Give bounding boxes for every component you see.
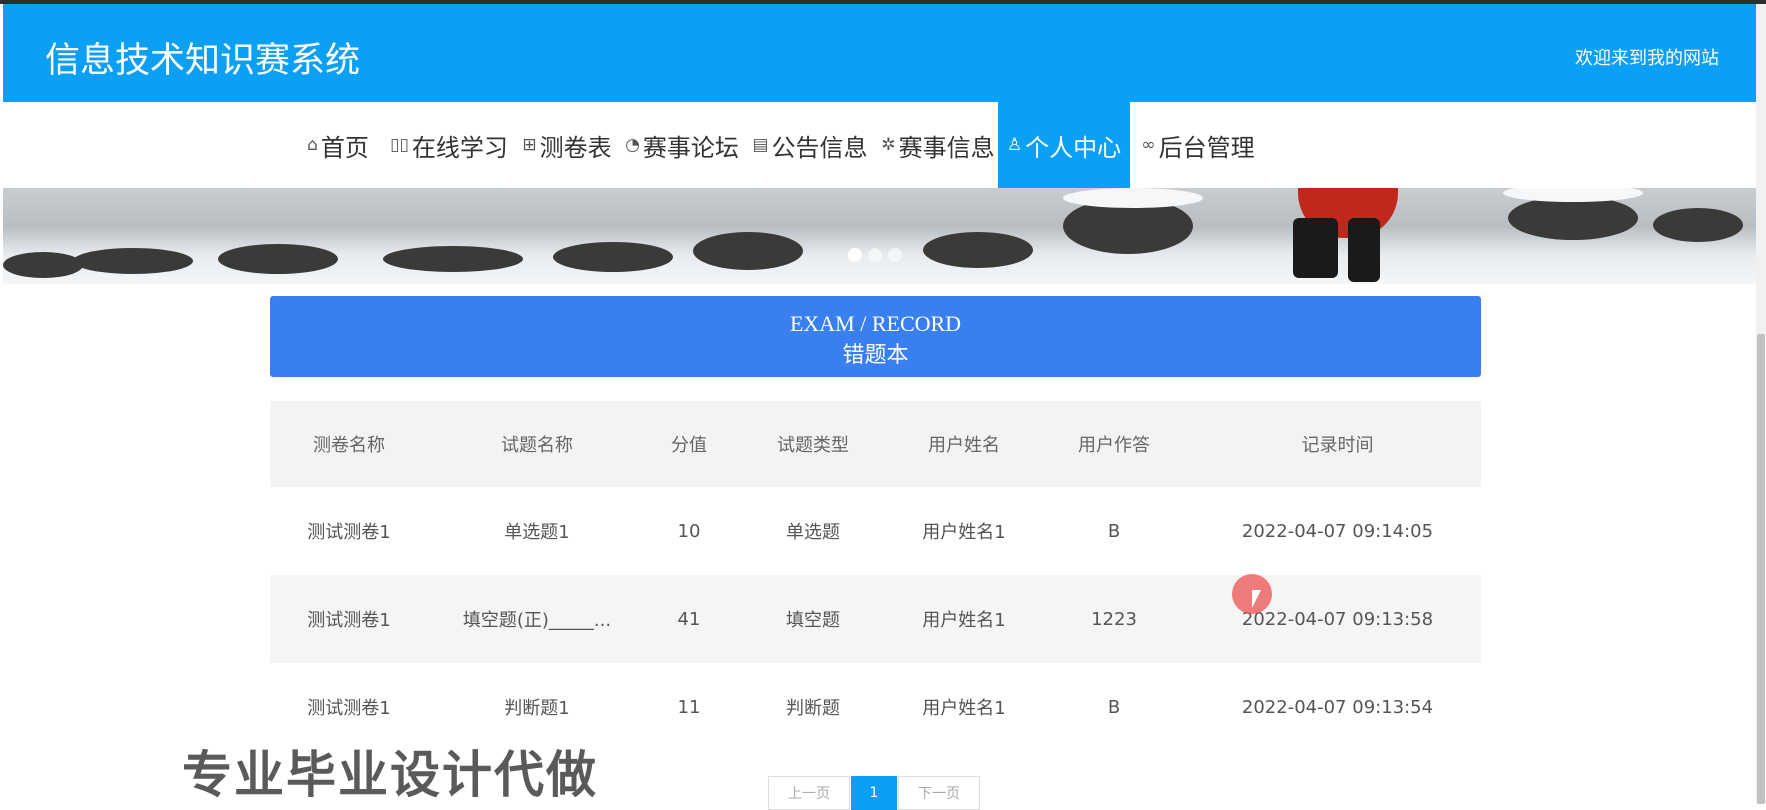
site-title: 信息技术知识赛系统 <box>45 41 361 81</box>
table-row[interactable]: 测试测卷1 填空题(正)_____... 41 填空题 用户姓名1 1223 2… <box>270 575 1481 663</box>
banner-snow <box>1063 188 1203 208</box>
clipboard-icon: ▤ <box>752 135 769 155</box>
book-icon: ▯▯ <box>390 135 409 155</box>
column-header: 分值 <box>671 435 707 456</box>
next-page-button[interactable]: 下一页 <box>898 776 980 810</box>
banner-rock <box>383 246 523 272</box>
column-header: 试题类型 <box>777 435 849 456</box>
nav-item-label: 后台管理 <box>1158 133 1255 162</box>
banner-snow <box>1503 188 1643 202</box>
table-cell: 10 <box>677 520 701 542</box>
table-cell: 用户姓名1 <box>922 610 1006 631</box>
table-cell: 11 <box>677 696 701 718</box>
table-cell: 测试测卷1 <box>307 522 391 543</box>
nav-item-label: 在线学习 <box>411 133 508 162</box>
column-header: 测卷名称 <box>313 435 385 456</box>
section-title-cn: 错题本 <box>842 343 909 368</box>
section-header: EXAM / RECORD 错题本 <box>270 296 1481 377</box>
banner-rock <box>218 244 338 274</box>
table-header: 测卷名称 试题名称 分值 试题类型 用户姓名 用户作答 记录时间 <box>270 401 1481 487</box>
wrong-answers-table: 测卷名称 试题名称 分值 试题类型 用户姓名 用户作答 记录时间 测试测卷1 单… <box>270 401 1481 751</box>
nav-item-label: 赛事论坛 <box>642 133 739 162</box>
user-icon: ♙ <box>1006 135 1023 155</box>
palette-icon: ◔ <box>625 135 640 155</box>
page-scrollbar[interactable] <box>1756 4 1766 804</box>
banner-rock <box>1508 196 1638 240</box>
nav-item-label: 公告信息 <box>771 133 868 162</box>
site-header: 信息技术知识赛系统 欢迎来到我的网站 <box>3 4 1756 102</box>
table-cell: B <box>1107 520 1121 542</box>
prev-page-button[interactable]: 上一页 <box>768 776 850 810</box>
nav-item-forum[interactable]: ◔ 赛事论坛 <box>623 102 741 188</box>
link-icon: ∞ <box>1141 135 1156 155</box>
banner-rock <box>693 232 803 270</box>
table-cell: 2022-04-07 09:14:05 <box>1241 520 1434 542</box>
nav-item-exam-papers[interactable]: ⊞ 测卷表 <box>519 102 615 188</box>
carousel-dot-2[interactable] <box>868 248 882 262</box>
column-header: 用户姓名 <box>928 435 1000 456</box>
table-cell: 41 <box>677 608 701 630</box>
table-cell: 2022-04-07 09:13:54 <box>1241 696 1434 718</box>
table-cell: 单选题1 <box>504 522 570 543</box>
gift-icon: ⊞ <box>522 135 537 155</box>
table-cell: 单选题 <box>786 522 840 543</box>
nav-item-label: 测卷表 <box>539 133 612 162</box>
carousel-dot-1[interactable] <box>848 248 862 262</box>
banner-figure-boot <box>1293 218 1338 278</box>
section-title-en: EXAM / RECORD <box>789 311 962 336</box>
nav-item-label: 首页 <box>320 133 369 162</box>
table-cell: 填空题 <box>786 610 840 631</box>
banner-figure-boot <box>1348 218 1380 282</box>
table-row[interactable]: 测试测卷1 单选题1 10 单选题 用户姓名1 B 2022-04-07 09:… <box>270 487 1481 575</box>
banner-carousel[interactable] <box>3 188 1756 284</box>
nav-item-announcements[interactable]: ▤ 公告信息 <box>751 102 869 188</box>
main-nav: ⌂ 首页 ▯▯ 在线学习 ⊞ 测卷表 ◔ 赛事论坛 ▤ 公告信息 ✲ 赛事信息 … <box>3 102 1756 188</box>
banner-rock <box>923 232 1033 268</box>
spinner-icon: ✲ <box>881 135 896 155</box>
welcome-text: 欢迎来到我的网站 <box>1575 48 1719 69</box>
banner-rock <box>73 248 193 274</box>
home-icon: ⌂ <box>307 135 318 155</box>
table-cell: 判断题 <box>786 698 840 719</box>
nav-item-label: 赛事信息 <box>898 133 995 162</box>
nav-item-home[interactable]: ⌂ 首页 <box>303 102 373 188</box>
carousel-dot-3[interactable] <box>888 248 902 262</box>
banner-rock <box>3 252 83 278</box>
nav-item-event-info[interactable]: ✲ 赛事信息 <box>879 102 997 188</box>
table-cell: 用户姓名1 <box>922 698 1006 719</box>
column-header: 记录时间 <box>1301 435 1374 456</box>
nav-item-admin[interactable]: ∞ 后台管理 <box>1139 102 1257 188</box>
table-cell: 测试测卷1 <box>307 610 391 631</box>
table-cell: 1223 <box>1091 608 1137 630</box>
table-cell: 填空题(正)_____... <box>462 610 612 631</box>
scrollbar-thumb[interactable] <box>1757 334 1765 804</box>
nav-item-online-study[interactable]: ▯▯ 在线学习 <box>390 102 508 188</box>
table-cell: 用户姓名1 <box>922 522 1006 543</box>
column-header: 用户作答 <box>1078 435 1150 456</box>
column-header: 试题名称 <box>501 435 573 456</box>
page-number-current[interactable]: 1 <box>851 776 897 810</box>
banner-rock <box>1653 208 1743 242</box>
mouse-cursor-icon <box>1252 590 1261 608</box>
nav-item-personal-center[interactable]: ♙ 个人中心 <box>998 102 1130 188</box>
nav-item-label: 个人中心 <box>1025 133 1122 162</box>
watermark-text: 专业毕业设计代做 <box>182 746 598 804</box>
banner-rock <box>553 242 673 272</box>
table-cell: B <box>1107 696 1121 718</box>
